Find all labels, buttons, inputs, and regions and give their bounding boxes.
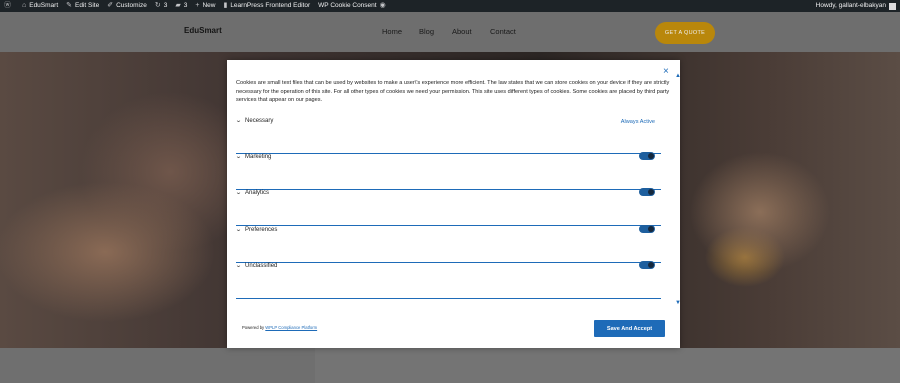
analytics-toggle-switch[interactable] bbox=[639, 188, 655, 196]
site-name-link[interactable]: ⌂ EduSmart bbox=[18, 0, 62, 12]
comments-count: 3 bbox=[183, 2, 188, 9]
chevron-down-icon: ⌄ bbox=[235, 118, 242, 124]
brush-icon: ✐ bbox=[107, 2, 114, 9]
switch-knob bbox=[648, 226, 654, 232]
preferences-toggle-switch[interactable] bbox=[639, 225, 655, 233]
customize-link[interactable]: ✐ Customize bbox=[103, 0, 151, 12]
cookie-category-marketing: ⌄ Marketing bbox=[235, 152, 661, 190]
close-icon[interactable]: × bbox=[663, 67, 669, 77]
wordpress-logo-icon[interactable]: ⓦ bbox=[0, 0, 18, 12]
nav-blog[interactable]: Blog bbox=[419, 27, 434, 36]
always-active-label: Always Active bbox=[620, 119, 655, 125]
wordpress-icon: ⓦ bbox=[4, 2, 11, 9]
site-logo[interactable]: EduSmart bbox=[184, 26, 222, 35]
edit-site-link[interactable]: ✎ Edit Site bbox=[62, 0, 103, 12]
category-toggle[interactable]: ⌄ Marketing bbox=[235, 153, 272, 161]
wp-admin-bar: ⓦ ⌂ EduSmart ✎ Edit Site ✐ Customize ↻ 3… bbox=[0, 0, 900, 12]
chevron-down-icon: ⌄ bbox=[235, 154, 242, 160]
scroll-up-icon[interactable]: ▲ bbox=[675, 73, 681, 79]
cookie-icon: ◉ bbox=[379, 2, 386, 9]
cookie-category-necessary: ⌄ Necessary Always Active bbox=[235, 117, 661, 154]
edit-site-label: Edit Site bbox=[75, 2, 100, 9]
category-label: Marketing bbox=[245, 153, 272, 160]
category-toggle[interactable]: ⌄ Unclassified bbox=[235, 262, 278, 270]
chevron-down-icon: ⌄ bbox=[235, 227, 242, 233]
powered-by-link[interactable]: WPLP Compliance Platform bbox=[265, 325, 317, 330]
learnpress-link[interactable]: ▮ LearnPress Frontend Editor bbox=[219, 0, 314, 12]
category-toggle[interactable]: ⌄ Preferences bbox=[235, 226, 278, 234]
cookie-category-unclassified: ⌄ Unclassified bbox=[235, 261, 661, 299]
learnpress-icon: ▮ bbox=[223, 2, 228, 9]
site-header: EduSmart Home Blog About Contact GET A Q… bbox=[0, 12, 900, 52]
home-icon: ⌂ bbox=[22, 2, 27, 9]
marketing-toggle-switch[interactable] bbox=[639, 152, 655, 160]
new-content-link[interactable]: + New bbox=[191, 0, 219, 12]
powered-by-label: Powered by bbox=[242, 325, 265, 330]
category-label: Preferences bbox=[245, 226, 278, 233]
scroll-down-icon[interactable]: ▼ bbox=[675, 300, 681, 306]
learnpress-label: LearnPress Frontend Editor bbox=[230, 2, 311, 9]
switch-knob bbox=[648, 262, 654, 268]
nav-home[interactable]: Home bbox=[382, 27, 402, 36]
switch-knob bbox=[648, 153, 654, 159]
new-label: New bbox=[202, 2, 216, 9]
avatar bbox=[889, 2, 896, 10]
cookie-category-preferences: ⌄ Preferences bbox=[235, 225, 661, 263]
content-panel bbox=[315, 348, 900, 383]
cookie-preferences-modal: × ▲ Cookies are small text files that ca… bbox=[227, 60, 681, 348]
chevron-down-icon: ⌄ bbox=[235, 190, 242, 196]
get-a-quote-button[interactable]: GET A QUOTE bbox=[655, 22, 715, 44]
updates-count: 3 bbox=[163, 2, 168, 9]
refresh-icon: ↻ bbox=[154, 2, 161, 9]
plus-icon: + bbox=[195, 2, 200, 9]
category-toggle[interactable]: ⌄ Necessary bbox=[235, 117, 274, 125]
category-label: Analytics bbox=[245, 189, 270, 196]
my-account-link[interactable]: Howdy, gallant-elbakyan bbox=[816, 0, 900, 12]
site-name-label: EduSmart bbox=[29, 2, 59, 9]
nav-contact[interactable]: Contact bbox=[490, 27, 516, 36]
updates-link[interactable]: ↻ 3 bbox=[151, 0, 172, 12]
category-label: Unclassified bbox=[245, 262, 278, 269]
powered-by: Powered by WPLP Compliance Platform bbox=[242, 325, 317, 330]
unclassified-toggle-switch[interactable] bbox=[639, 261, 655, 269]
save-and-accept-button[interactable]: Save And Accept bbox=[594, 320, 665, 337]
nav-about[interactable]: About bbox=[452, 27, 472, 36]
customize-label: Customize bbox=[116, 2, 147, 9]
comments-link[interactable]: ▰ 3 bbox=[171, 0, 191, 12]
cookie-intro-text: Cookies are small text files that can be… bbox=[236, 80, 670, 104]
category-toggle[interactable]: ⌄ Analytics bbox=[235, 189, 270, 197]
switch-knob bbox=[648, 189, 654, 195]
cookie-category-analytics: ⌄ Analytics bbox=[235, 188, 661, 226]
chevron-down-icon: ⌄ bbox=[235, 263, 242, 269]
comment-icon: ▰ bbox=[175, 2, 181, 9]
cookie-consent-label: WP Cookie Consent bbox=[318, 2, 377, 9]
pencil-icon: ✎ bbox=[66, 2, 73, 9]
category-label: Necessary bbox=[245, 117, 274, 124]
howdy-label: Howdy, gallant-elbakyan bbox=[815, 2, 886, 9]
cookie-consent-link[interactable]: WP Cookie Consent ◉ bbox=[314, 0, 390, 12]
